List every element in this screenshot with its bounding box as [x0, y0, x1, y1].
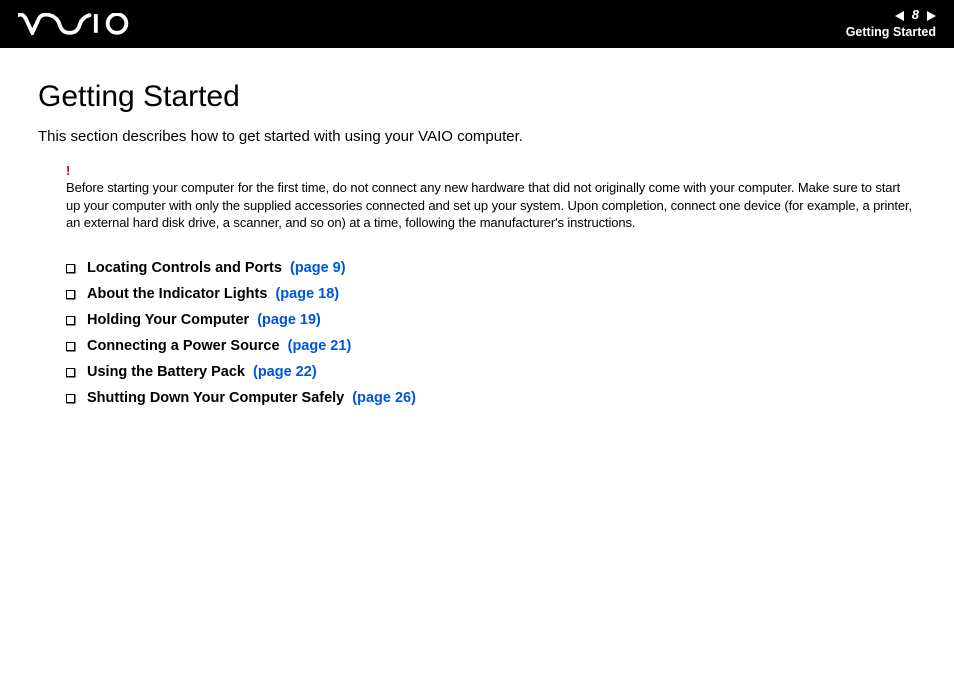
- page-title: Getting Started: [38, 80, 916, 114]
- toc-page-ref[interactable]: (page 22): [253, 364, 317, 380]
- toc-item[interactable]: Locating Controls and Ports (page 9): [66, 260, 916, 276]
- bullet-icon: [66, 394, 75, 403]
- bullet-icon: [66, 342, 75, 351]
- toc-page-ref[interactable]: (page 9): [290, 260, 346, 276]
- page-number: 8: [910, 7, 921, 24]
- table-of-contents: Locating Controls and Ports (page 9) Abo…: [38, 260, 916, 406]
- bullet-icon: [66, 290, 75, 299]
- toc-page-ref[interactable]: (page 19): [257, 312, 321, 328]
- warning-text: Before starting your computer for the fi…: [66, 179, 916, 232]
- prev-page-icon[interactable]: [895, 11, 904, 21]
- toc-item[interactable]: Using the Battery Pack (page 22): [66, 364, 916, 380]
- next-page-icon[interactable]: [927, 11, 936, 21]
- toc-label: Using the Battery Pack: [87, 364, 245, 380]
- vaio-logo-svg: [18, 13, 139, 35]
- header-section-label: Getting Started: [846, 24, 936, 40]
- toc-page-ref[interactable]: (page 18): [275, 286, 339, 302]
- toc-item[interactable]: Connecting a Power Source (page 21): [66, 338, 916, 354]
- toc-label: Locating Controls and Ports: [87, 260, 282, 276]
- header-right: 8 Getting Started: [846, 7, 936, 40]
- toc-item[interactable]: Shutting Down Your Computer Safely (page…: [66, 390, 916, 406]
- toc-label: Shutting Down Your Computer Safely: [87, 390, 344, 406]
- page-navigator: 8: [846, 7, 936, 24]
- bullet-icon: [66, 316, 75, 325]
- toc-page-ref[interactable]: (page 26): [352, 390, 416, 406]
- warning-block: ! Before starting your computer for the …: [38, 163, 916, 232]
- toc-item[interactable]: About the Indicator Lights (page 18): [66, 286, 916, 302]
- bullet-icon: [66, 368, 75, 377]
- bullet-icon: [66, 264, 75, 273]
- toc-label: Holding Your Computer: [87, 312, 249, 328]
- page-header: 8 Getting Started: [0, 0, 954, 48]
- toc-page-ref[interactable]: (page 21): [288, 338, 352, 354]
- page-content: Getting Started This section describes h…: [0, 48, 954, 406]
- vaio-logo: [18, 0, 139, 48]
- intro-text: This section describes how to get starte…: [38, 128, 916, 145]
- toc-label: About the Indicator Lights: [87, 286, 267, 302]
- warning-icon: !: [66, 163, 916, 178]
- toc-label: Connecting a Power Source: [87, 338, 280, 354]
- toc-item[interactable]: Holding Your Computer (page 19): [66, 312, 916, 328]
